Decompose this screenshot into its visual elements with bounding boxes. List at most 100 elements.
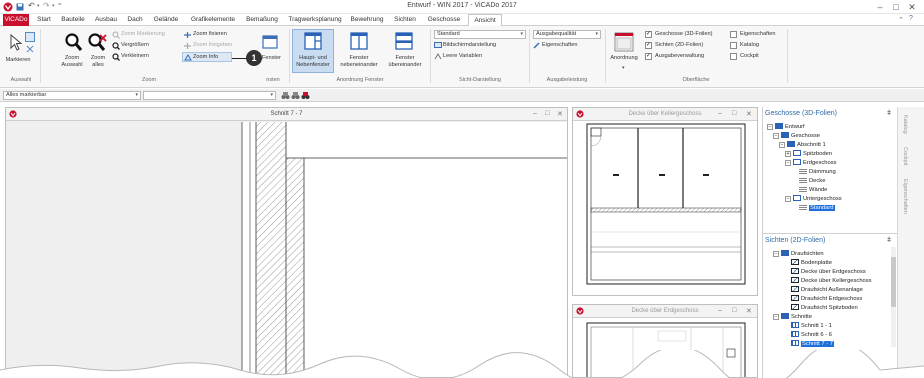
section-drawing[interactable] — [6, 122, 567, 377]
tab-geschosse[interactable]: Geschosse — [424, 14, 464, 26]
nebeneinander-button[interactable]: Fenster nebeneinander — [336, 55, 382, 68]
zoom-markierung-button[interactable]: Zoom Markierung — [121, 31, 165, 37]
anordnung-dropdown-icon[interactable]: ▾ — [622, 65, 625, 71]
zoom-auswahl-icon[interactable] — [65, 33, 83, 53]
zoom-info-button[interactable]: Zoom Info — [193, 54, 218, 60]
tab-vicado[interactable]: ViCADo — [3, 14, 29, 26]
maximize-button[interactable]: □ — [890, 1, 902, 13]
tree-item-draufsichten[interactable]: − Draufsichten — [773, 250, 824, 257]
tree-item-standard[interactable]: Standard — [799, 204, 835, 211]
markierbar-select[interactable]: Alles markierbar ▾ — [3, 91, 141, 100]
tree-item-decke[interactable]: Decke — [799, 177, 825, 184]
top-plan-minimize-button[interactable]: – — [718, 110, 722, 117]
bottom-plan-minimize-button[interactable]: – — [718, 307, 722, 314]
sichten-scrollbar[interactable] — [891, 247, 896, 347]
tree-item-waende[interactable]: Wände — [799, 186, 827, 193]
collapse-ribbon-icon[interactable]: ⌃ — [898, 16, 904, 24]
tab-gelaende[interactable]: Gelände — [149, 14, 183, 26]
leere-variablen-icon — [434, 53, 442, 60]
tab-ausbau[interactable]: Ausbau — [92, 14, 120, 26]
tree-item-untergeschoss[interactable]: − Untergeschoss — [785, 195, 842, 202]
eigenschaften-checkbox[interactable] — [730, 31, 737, 38]
tab-sichten[interactable]: Sichten — [390, 14, 420, 26]
tab-dach[interactable]: Dach — [124, 14, 146, 26]
fenster-wechseln-button[interactable]: Fenster — [262, 55, 286, 62]
floor-plan-drawing[interactable] — [573, 122, 757, 295]
tree-item-decke-kg[interactable]: Decke über Kellergeschoss — [791, 277, 872, 284]
anordnung-button[interactable]: Anordnung — [606, 55, 642, 62]
tree-item-entwurf[interactable]: − Entwurf — [767, 123, 805, 130]
tree-item-draufsicht-spitzboden[interactable]: Draufsicht Spitzboden — [791, 304, 858, 311]
tree-item-erdgeschoss[interactable]: − Erdgeschoss — [785, 159, 837, 166]
tab-grafikelemente[interactable]: Grafikelemente — [187, 14, 239, 26]
nebeneinander-icon[interactable] — [350, 32, 368, 50]
help-icon[interactable]: ? — [909, 15, 913, 22]
tab-tragwerksplanung[interactable]: Tragwerksplanung — [286, 14, 344, 26]
select-window-icon[interactable] — [25, 32, 35, 42]
tree-item-schnitte[interactable]: − Schnitte — [773, 313, 812, 320]
binoculars-prev-icon[interactable] — [291, 91, 300, 100]
minimize-button[interactable]: – — [874, 1, 886, 13]
side-tab-cockpit[interactable]: Cockpit — [902, 147, 908, 165]
ausgabequalitaet-select[interactable]: Ausgabequalität ▾ — [533, 30, 601, 39]
uebereinander-button[interactable]: Fenster übereinander — [383, 55, 427, 68]
zoom-auswahl-button[interactable]: Zoom Auswahl — [58, 55, 86, 68]
top-plan-window[interactable]: Decke über Kellergeschoss – □ ✕ — [572, 107, 758, 296]
ausgabe-eigenschaften-button[interactable]: Eigenschaften — [542, 42, 577, 48]
tab-start[interactable]: Start — [33, 14, 55, 26]
filter-secondary-select[interactable]: ▾ — [143, 91, 276, 100]
side-tab-eigenschaften[interactable]: Eigenschaften — [902, 179, 908, 214]
haupt-nebenfenster-button[interactable]: Haupt- und Nebenfenster — [292, 55, 334, 68]
tree-item-aussenanlage[interactable]: Draufsicht Außenanlage — [791, 286, 863, 293]
tree-item-schnitt-1[interactable]: Schnitt 1 - 1 — [791, 322, 832, 329]
tab-bewehrung[interactable]: Bewehrung — [348, 14, 386, 26]
bildschirmdarstellung-button[interactable]: Bildschirmdarstellung — [443, 42, 496, 48]
verkleinern-button[interactable]: Verkleinern — [121, 53, 149, 59]
haupt-nebenfenster-icon[interactable] — [304, 32, 322, 50]
tab-bemassung[interactable]: Bemaßung — [243, 14, 281, 26]
ausgabeverwaltung-checkbox[interactable]: ✓ — [645, 53, 652, 60]
tree-item-schnitt-6[interactable]: Schnitt 6 - 6 — [791, 331, 832, 338]
katalog-checkbox[interactable] — [730, 42, 737, 49]
tree-item-decke-eg[interactable]: Decke über Erdgeschoss — [791, 268, 866, 275]
main-view-maximize-button[interactable]: □ — [545, 110, 549, 117]
main-view-minimize-button[interactable]: – — [533, 110, 537, 117]
tab-bauteile[interactable]: Bauteile — [58, 14, 88, 26]
bottom-plan-close-button[interactable]: ✕ — [746, 307, 752, 315]
main-view-close-button[interactable]: ✕ — [557, 110, 563, 118]
sichten-scrollbar-thumb[interactable] — [891, 257, 896, 307]
sichten-pin-icon[interactable]: ǂ — [887, 237, 891, 244]
markieren-button[interactable]: Markieren — [5, 57, 31, 64]
side-tab-katalog[interactable]: Katalog — [902, 115, 908, 134]
tree-item-draufsicht-eg[interactable]: Draufsicht Erdgeschoss — [791, 295, 862, 302]
tree-item-spitzboden[interactable]: + Spitzboden — [785, 150, 832, 157]
bottom-plan-maximize-button[interactable]: □ — [732, 307, 736, 314]
geschosse-pin-icon[interactable]: ǂ — [887, 110, 891, 117]
zoom-freigeben-button[interactable]: Zoom freigeben — [193, 42, 232, 48]
tree-item-geschosse[interactable]: − Geschosse — [773, 132, 820, 139]
top-plan-maximize-button[interactable]: □ — [732, 110, 736, 117]
vergroessern-button[interactable]: Vergrößern — [121, 42, 149, 48]
tree-item-bodenplatte[interactable]: Bodenplatte — [791, 259, 832, 266]
binoculars-next-icon[interactable] — [301, 91, 310, 100]
window-switch-icon[interactable] — [262, 35, 278, 49]
close-button[interactable]: ✕ — [906, 1, 918, 13]
sicht-standard-select[interactable]: Standard ▾ — [434, 30, 526, 39]
tree-item-daemmung[interactable]: Dämmung — [799, 168, 836, 175]
geschosse-checkbox[interactable]: ✓ — [645, 31, 652, 38]
sichten-checkbox[interactable]: ✓ — [645, 42, 652, 49]
leere-variablen-button[interactable]: Leere Variablen — [443, 53, 482, 59]
cursor-select-icon[interactable] — [8, 33, 24, 51]
uebereinander-icon[interactable] — [395, 32, 413, 50]
zoom-fixieren-button[interactable]: Zoom fixieren — [193, 31, 227, 37]
tree-item-abschnitt[interactable]: − Abschnitt 1 — [779, 141, 826, 148]
binoculars-icon[interactable] — [281, 91, 290, 100]
tree-item-schnitt-7[interactable]: Schnitt 7 - 7 — [791, 340, 834, 347]
cockpit-checkbox[interactable] — [730, 53, 737, 60]
anordnung-icon[interactable] — [614, 32, 634, 52]
top-plan-close-button[interactable]: ✕ — [746, 110, 752, 118]
select-cross-icon[interactable] — [25, 44, 35, 54]
zoom-alles-icon[interactable] — [88, 33, 108, 53]
main-view-window[interactable]: Schnitt 7 - 7 – □ ✕ — [5, 107, 568, 378]
zoom-alles-button[interactable]: Zoom alles — [86, 55, 110, 68]
